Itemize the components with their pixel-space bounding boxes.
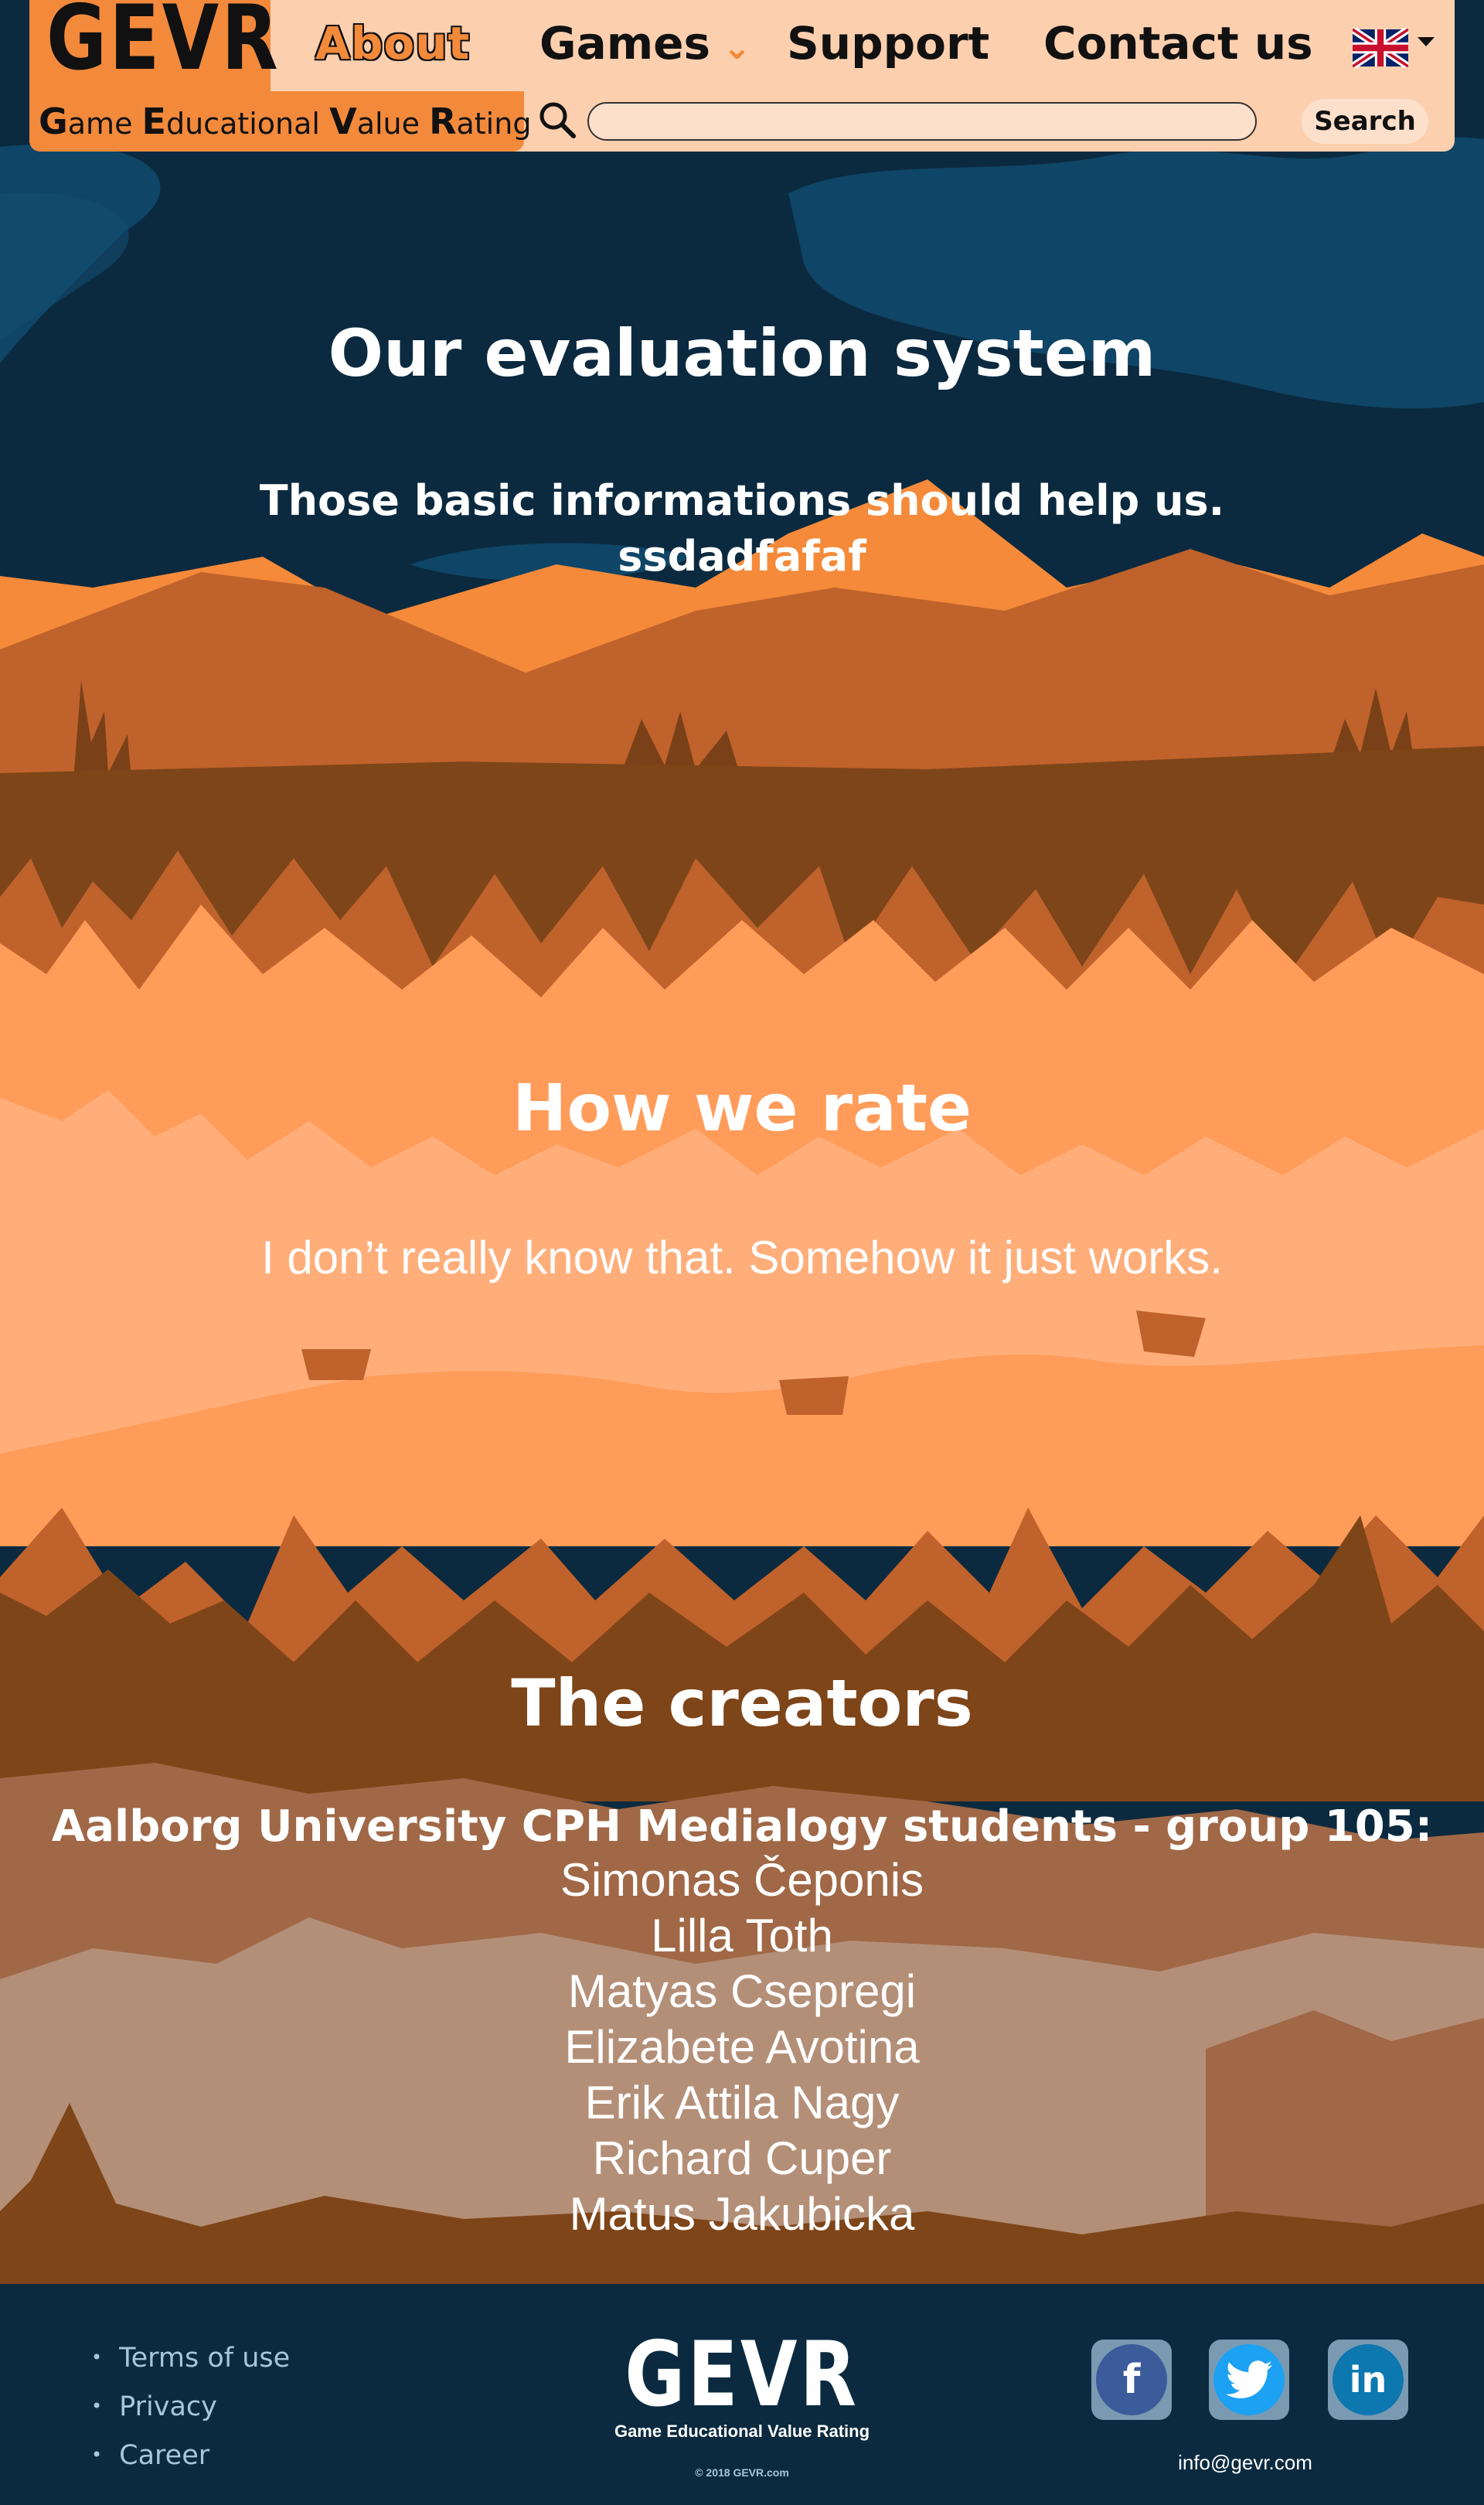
evaluation-title: Our evaluation system [328, 315, 1156, 391]
footer-tagline: Game Educational Value Rating [614, 2422, 870, 2441]
twitter-icon [1213, 2344, 1285, 2415]
tagline-cap: V [329, 101, 357, 142]
nav-about[interactable]: About [315, 17, 470, 70]
magnifier-icon[interactable] [536, 99, 580, 142]
creator-name: Matus Jakubicka [569, 2188, 915, 2240]
brand-logo-box[interactable]: GEVR [29, 0, 278, 91]
cart-shape [779, 1376, 849, 1415]
tagline-rest: ame [67, 107, 142, 141]
tagline-cap: E [141, 101, 166, 142]
linkedin-icon: in [1333, 2344, 1404, 2415]
evaluation-line1: Those basic informations should help us. [259, 476, 1225, 525]
rating-title: How we rate [512, 1070, 972, 1146]
tagline-cap: G [39, 101, 68, 142]
twitter-bird-icon [1226, 2360, 1272, 2398]
facebook-button[interactable]: f [1091, 2340, 1172, 2420]
facebook-icon: f [1096, 2344, 1167, 2415]
tagline-rest: alue [356, 107, 430, 141]
tagline-rest: ducational [165, 107, 330, 141]
twitter-button[interactable] [1209, 2340, 1289, 2420]
creator-name: Simonas Čeponis [560, 1854, 924, 1906]
footer-logo-text: GEVR [625, 2323, 859, 2427]
nav-support[interactable]: Support [787, 17, 989, 70]
creator-name: Matyas Csepregi [567, 1965, 917, 2017]
creator-name: Richard Cuper [592, 2132, 892, 2184]
tagline-cap: R [429, 101, 457, 142]
nav-games-label: Games [539, 17, 711, 70]
tagline-rest: ating [456, 107, 532, 141]
creator-name: Lilla Toth [651, 1910, 833, 1961]
evaluation-line2: ssdadfafaf [618, 532, 866, 581]
creators-title: The creators [511, 1665, 973, 1741]
nav-contact-us[interactable]: Contact us [1043, 17, 1313, 70]
footer-email[interactable]: info@gevr.com [1133, 2451, 1357, 2475]
creator-name: Erik Attila Nagy [584, 2077, 900, 2128]
creator-name: Elizabete Avotina [564, 2021, 920, 2073]
rating-text: I don’t really know that. Somehow it jus… [261, 1232, 1223, 1283]
brand-tagline: Game Educational Value Rating [29, 91, 531, 152]
chevron-down-icon: ⌄ [723, 28, 751, 67]
search-input[interactable] [587, 102, 1257, 141]
site-footer: Terms of use Privacy Career GEVR Game Ed… [0, 2284, 1484, 2505]
nav-games[interactable]: Games ⌄ [539, 17, 751, 70]
cart-shape [301, 1349, 371, 1380]
linkedin-button[interactable]: in [1328, 2340, 1408, 2420]
search-button[interactable]: Search [1302, 99, 1428, 144]
uk-flag-icon[interactable] [1353, 28, 1408, 68]
brand-logo[interactable]: GEVR [46, 0, 281, 84]
site-header: GEVR Game Educational Value Rating About… [29, 0, 1455, 152]
creators-group: Aalborg University CPH Medialogy student… [51, 1801, 1433, 1852]
language-caret-icon[interactable] [1418, 37, 1435, 46]
cart-shape [1136, 1310, 1206, 1357]
creators-list: Simonas Čeponis Lilla Toth Matyas Csepre… [0, 1852, 1484, 2242]
